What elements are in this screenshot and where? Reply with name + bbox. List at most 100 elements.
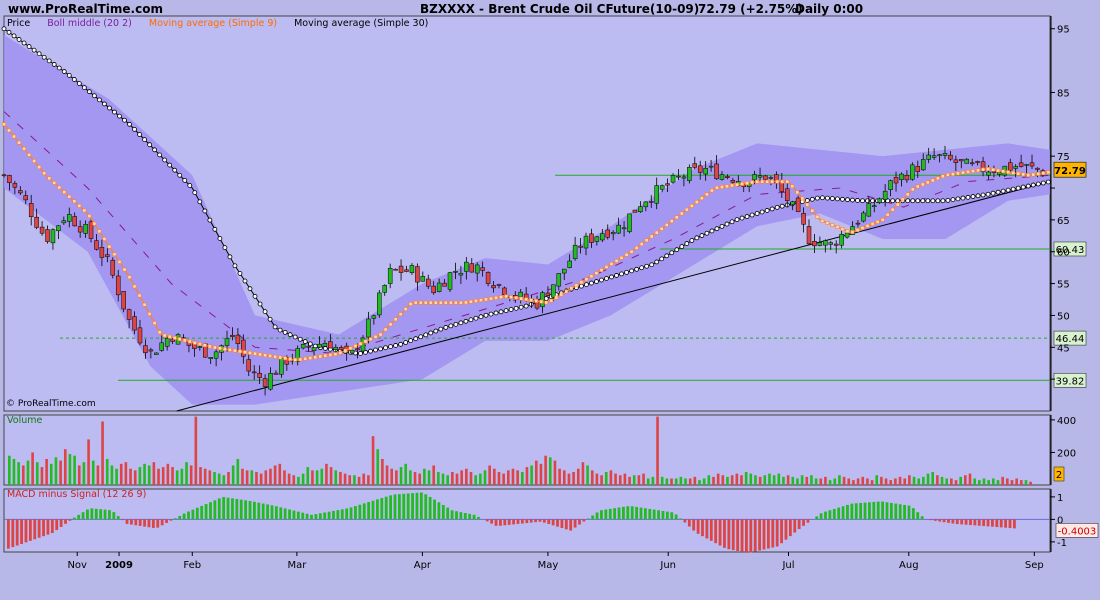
macd-bar bbox=[37, 519, 41, 538]
volume-bar bbox=[642, 473, 645, 485]
ma30-marker bbox=[443, 325, 449, 330]
price-candle bbox=[409, 265, 415, 273]
ma9-marker bbox=[7, 128, 11, 133]
volume-bar bbox=[954, 480, 958, 485]
volume-bar bbox=[479, 473, 482, 485]
volume-bar bbox=[502, 473, 505, 485]
volume-bar bbox=[903, 478, 907, 485]
macd-bar bbox=[178, 515, 182, 520]
price-candle bbox=[1029, 162, 1035, 167]
price-candle bbox=[893, 177, 899, 184]
volume-bar bbox=[507, 470, 510, 485]
ma9-marker bbox=[474, 299, 478, 303]
ma9-marker bbox=[303, 356, 308, 361]
price-candle bbox=[436, 282, 442, 292]
volume-bar bbox=[315, 470, 319, 485]
ma9-marker bbox=[705, 192, 709, 197]
ma30-marker bbox=[393, 343, 399, 348]
ma30-marker bbox=[940, 198, 946, 204]
volume-bar bbox=[987, 480, 990, 485]
price-candle bbox=[300, 344, 306, 349]
macd-bar bbox=[455, 511, 458, 520]
ma9-marker bbox=[278, 355, 283, 360]
volume-bar bbox=[595, 473, 599, 485]
macd-bar bbox=[59, 519, 63, 527]
volume-bar bbox=[940, 476, 944, 485]
price-candle bbox=[257, 372, 262, 378]
price-candle bbox=[594, 236, 600, 242]
macd-bar bbox=[397, 494, 401, 520]
macd-bar bbox=[349, 507, 353, 520]
price-candle bbox=[823, 240, 828, 246]
macd-bar bbox=[402, 493, 406, 520]
ma9-marker bbox=[765, 179, 770, 184]
macd-bar bbox=[973, 519, 977, 526]
price-candle bbox=[197, 346, 203, 348]
macd-bar bbox=[239, 499, 243, 520]
macd-bar bbox=[745, 519, 748, 553]
macd-bar bbox=[42, 519, 45, 537]
ma30-marker bbox=[965, 194, 971, 200]
macd-bar bbox=[490, 519, 494, 524]
macd-bar bbox=[406, 493, 410, 520]
volume-bar bbox=[791, 476, 795, 485]
ma30-marker bbox=[860, 198, 865, 204]
macd-bar bbox=[578, 519, 581, 525]
ma9-marker bbox=[32, 159, 37, 163]
ma30-marker bbox=[41, 54, 47, 60]
ma30-marker bbox=[137, 132, 142, 137]
ma30-marker bbox=[227, 254, 233, 260]
macd-bar bbox=[520, 519, 524, 524]
price-candle bbox=[94, 240, 99, 250]
volume-bar bbox=[539, 463, 543, 485]
macd-bar bbox=[960, 519, 964, 525]
macd-bar bbox=[33, 519, 37, 540]
ma9-marker bbox=[408, 302, 413, 306]
price-candle bbox=[496, 284, 502, 286]
macd-tick-label: 1 bbox=[1057, 493, 1063, 504]
price-candle bbox=[39, 226, 45, 234]
price-candle bbox=[600, 233, 605, 241]
price-candle bbox=[224, 338, 230, 346]
volume-bar bbox=[105, 458, 109, 485]
macd-bar bbox=[547, 519, 551, 524]
volume-bar bbox=[409, 470, 412, 485]
ma30-marker bbox=[257, 301, 263, 307]
volume-bar bbox=[175, 470, 179, 485]
ma9-marker bbox=[855, 228, 860, 232]
macd-bar bbox=[516, 519, 520, 524]
ma9-marker bbox=[539, 299, 544, 304]
ma30-marker bbox=[56, 65, 62, 71]
volume-bar bbox=[950, 478, 953, 485]
macd-bar bbox=[854, 503, 858, 520]
price-candle bbox=[610, 232, 616, 235]
macd-bar bbox=[665, 511, 669, 520]
ma30-marker bbox=[950, 197, 956, 203]
ma30-marker bbox=[629, 268, 634, 274]
ma30-marker bbox=[895, 198, 901, 204]
macd-bar bbox=[248, 500, 252, 520]
ma30-marker bbox=[127, 121, 132, 127]
price-tick-label: 85 bbox=[1057, 88, 1070, 99]
macd-bar bbox=[696, 519, 700, 534]
price-candle bbox=[632, 209, 638, 213]
ma9-marker bbox=[167, 334, 172, 339]
macd-bar bbox=[876, 501, 880, 520]
ma30-marker bbox=[749, 212, 755, 218]
ma30-marker bbox=[804, 198, 810, 203]
volume-bar bbox=[413, 471, 417, 485]
ma9-marker bbox=[283, 356, 288, 361]
volume-bar bbox=[199, 467, 202, 485]
price-candle bbox=[899, 173, 904, 180]
macd-bar bbox=[617, 507, 621, 520]
volume-bar bbox=[730, 475, 734, 485]
ma9-marker bbox=[1021, 172, 1026, 177]
macd-bar bbox=[468, 513, 472, 520]
price-candle bbox=[638, 206, 643, 213]
ma9-marker bbox=[810, 208, 815, 213]
macd-bar bbox=[538, 519, 542, 522]
ma9-marker bbox=[107, 244, 112, 249]
price-candle bbox=[230, 334, 235, 337]
price-candle bbox=[50, 229, 56, 244]
volume-bar bbox=[898, 476, 902, 485]
